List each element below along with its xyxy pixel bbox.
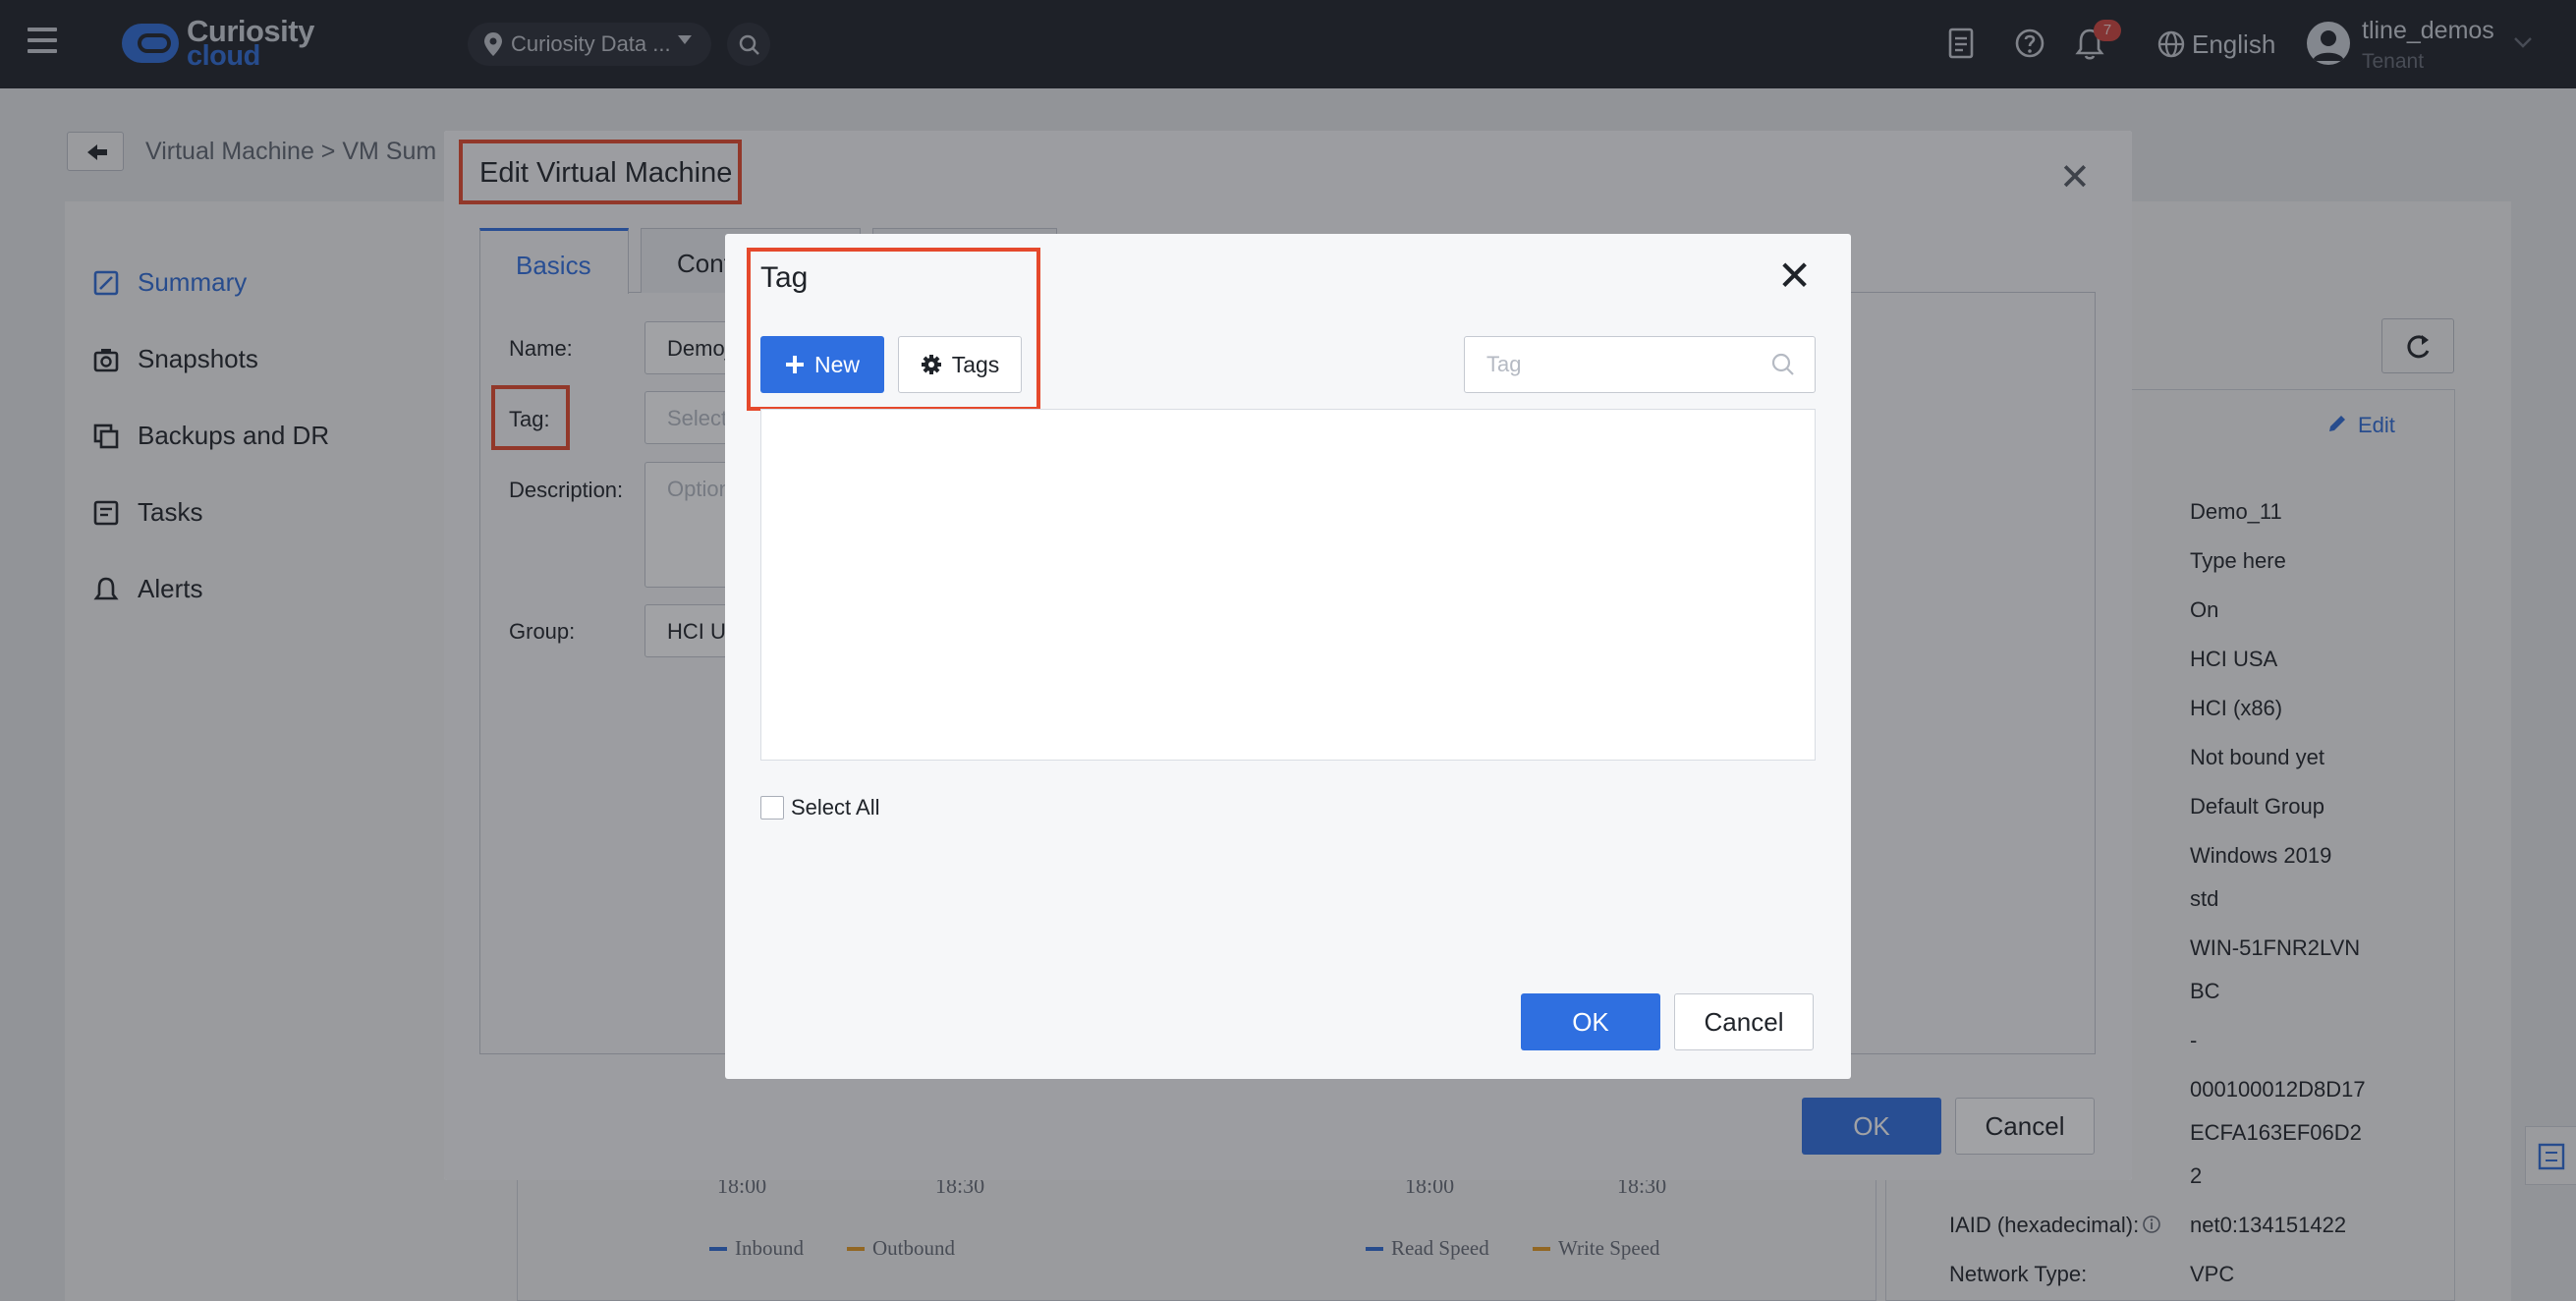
manage-tags-button[interactable]: Tags [898, 336, 1022, 393]
button-label: Tags [951, 351, 1000, 377]
ok-button[interactable]: OK [1521, 993, 1660, 1050]
tag-search-input[interactable] [1464, 336, 1816, 393]
tag-list[interactable] [760, 409, 1816, 761]
cancel-button[interactable]: Cancel [1674, 993, 1814, 1050]
search-icon [1771, 353, 1794, 375]
select-all-checkbox[interactable] [760, 796, 784, 820]
button-label: New [813, 351, 860, 377]
plus-icon [785, 356, 804, 373]
gear-icon [921, 355, 941, 374]
select-all-label[interactable]: Select All [791, 795, 880, 820]
close-icon[interactable]: ✕ [1777, 252, 1812, 300]
new-tag-button[interactable]: New [760, 336, 884, 393]
